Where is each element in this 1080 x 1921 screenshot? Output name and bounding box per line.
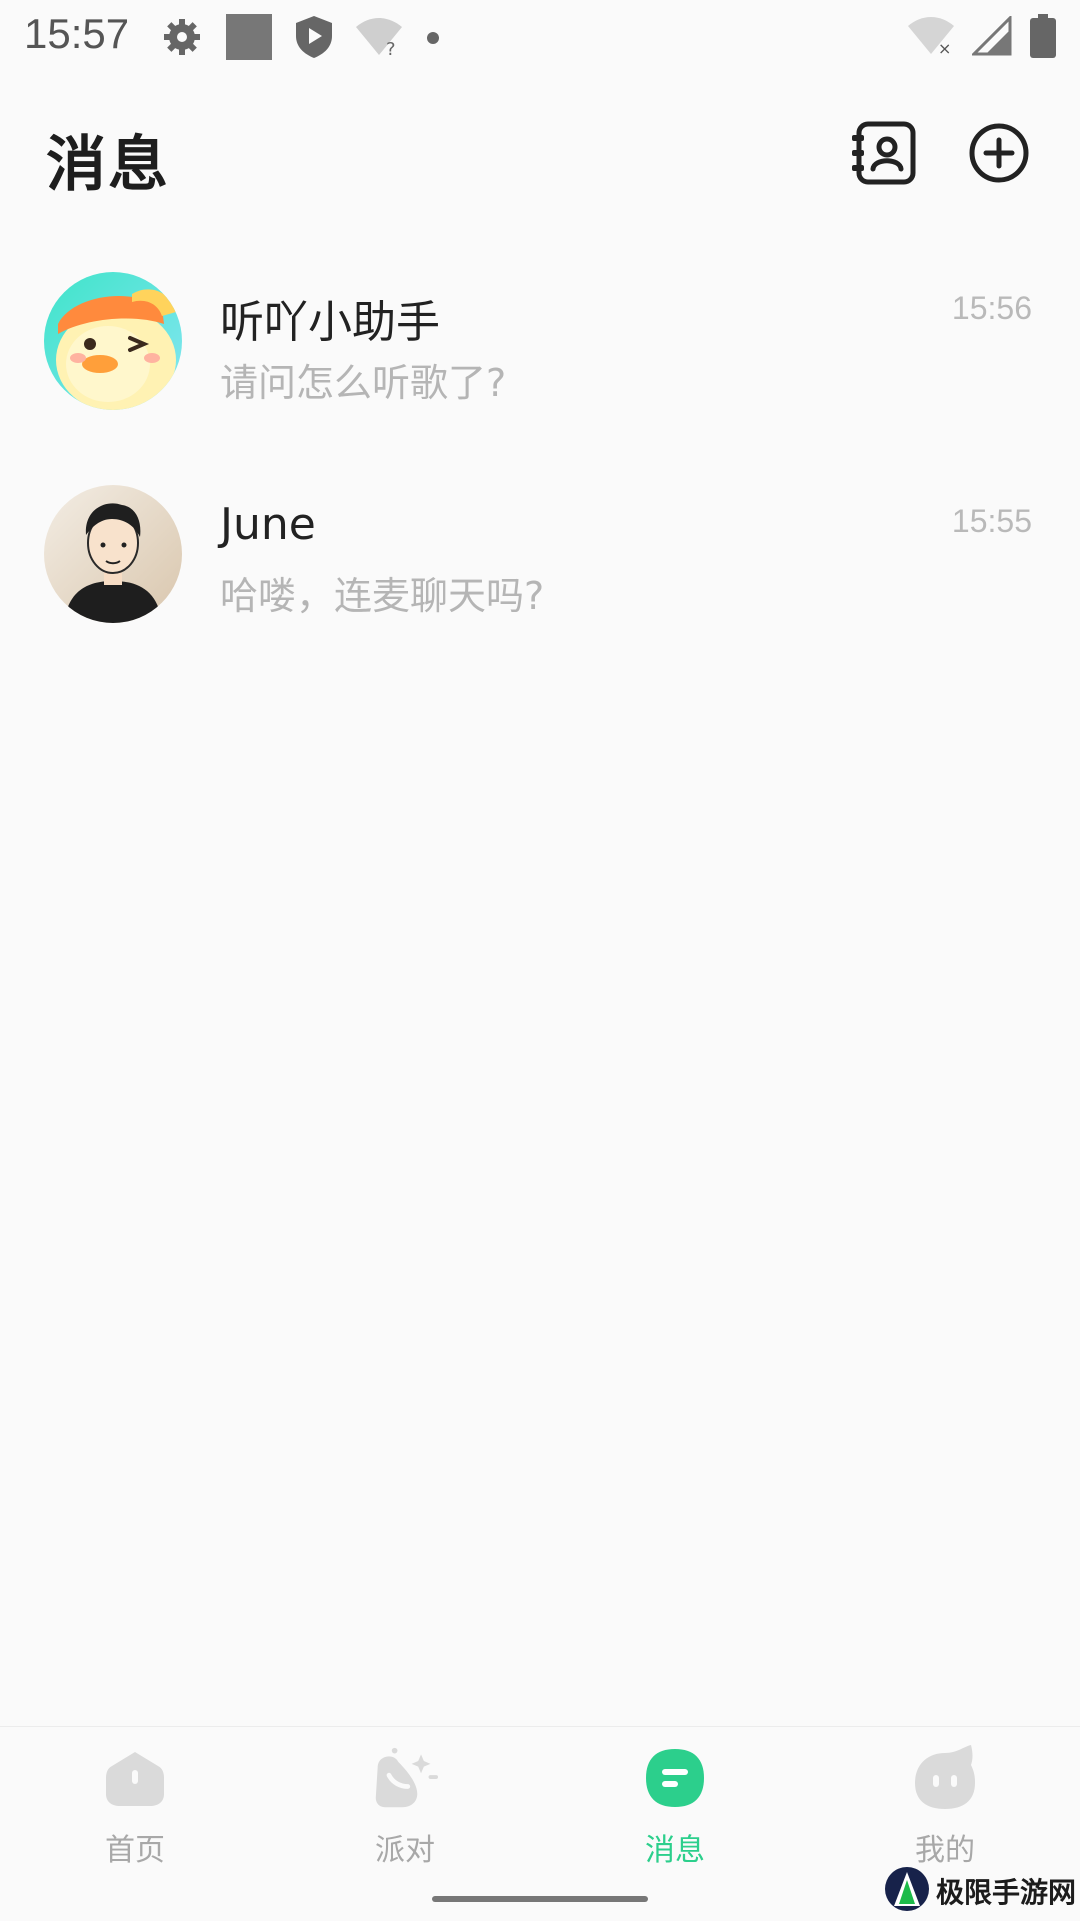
nav-messages[interactable]: 消息 xyxy=(605,1745,745,1875)
profile-icon xyxy=(912,1745,978,1811)
conversation-time: 15:56 xyxy=(951,290,1032,326)
message-icon xyxy=(642,1745,708,1811)
square-icon xyxy=(226,14,272,64)
gear-icon xyxy=(162,17,202,61)
svg-text:×: × xyxy=(938,39,951,56)
duck-avatar[interactable] xyxy=(44,272,182,410)
add-circle-icon xyxy=(968,122,1030,188)
dot-icon xyxy=(426,30,440,49)
svg-text:?: ? xyxy=(386,39,396,57)
nav-party-label: 派对 xyxy=(375,1833,435,1868)
nav-party[interactable]: 派对 xyxy=(335,1745,475,1875)
nav-me-label: 我的 xyxy=(915,1833,975,1868)
party-icon xyxy=(372,1745,438,1811)
nav-me[interactable]: 我的 xyxy=(875,1745,1015,1875)
shield-play-icon xyxy=(296,16,332,62)
conversation-name: 听吖小助手 xyxy=(220,297,440,348)
wifi-unknown-icon: ? xyxy=(356,17,402,61)
nav-home[interactable]: 首页 xyxy=(65,1745,205,1875)
nav-home-label: 首页 xyxy=(105,1833,165,1868)
conversation-preview: 请问怎么听歌了? xyxy=(220,361,507,405)
contacts-button[interactable] xyxy=(850,121,916,189)
page-title: 消息 xyxy=(46,130,170,200)
status-time: 15:57 xyxy=(24,10,130,57)
conversation-preview: 哈喽，连麦聊天吗? xyxy=(220,574,545,618)
status-bar: 15:57 ? × xyxy=(0,0,1080,76)
conversation-time: 15:55 xyxy=(951,503,1032,539)
header: 消息 xyxy=(0,96,1080,216)
home-indicator[interactable] xyxy=(432,1896,648,1902)
wifi-off-icon: × xyxy=(908,16,954,60)
signal-icon xyxy=(970,14,1012,60)
watermark: 极限手游网 xyxy=(884,1866,1076,1916)
watermark-logo-icon xyxy=(884,1866,930,1916)
conversation-item[interactable]: June 哈喽，连麦聊天吗? 15:55 xyxy=(0,473,1080,663)
status-icons-left: ? xyxy=(162,14,440,64)
contacts-icon xyxy=(850,121,916,189)
person-avatar[interactable] xyxy=(44,485,182,623)
add-button[interactable] xyxy=(966,122,1032,188)
conversation-item[interactable]: 听吖小助手 请问怎么听歌了? 15:56 xyxy=(0,260,1080,450)
home-icon xyxy=(102,1745,168,1811)
status-icons-right: × xyxy=(908,14,1056,62)
watermark-text: 极限手游网 xyxy=(936,1876,1077,1909)
nav-messages-label: 消息 xyxy=(645,1833,705,1868)
battery-icon xyxy=(1030,14,1056,62)
conversation-name: June xyxy=(220,499,316,550)
